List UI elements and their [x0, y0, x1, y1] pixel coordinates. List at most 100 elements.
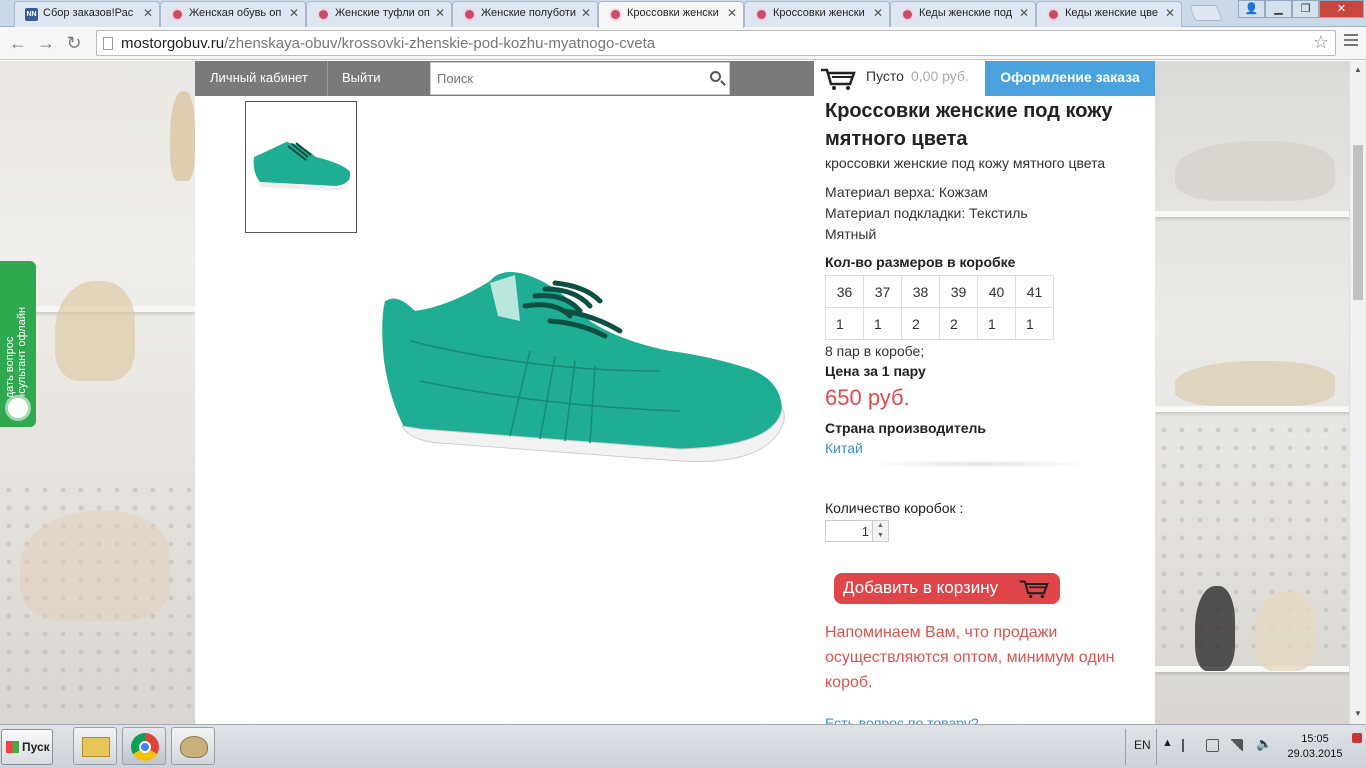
quantity-cell: 1 [825, 307, 864, 340]
scroll-up-icon[interactable]: ▲ [1354, 65, 1362, 74]
material-lining: Материал подкладки: Текстиль [825, 205, 1028, 221]
browser-tab[interactable]: Кеды женские под ✕ [890, 1, 1036, 27]
browser-tab-active[interactable]: Кроссовки женски ✕ [598, 1, 744, 28]
size-cell: 40 [977, 275, 1016, 308]
address-bar[interactable]: mostorgobuv.ru/zhenskaya-obuv/krossovki-… [96, 30, 1336, 56]
close-tab-icon[interactable]: ✕ [727, 6, 737, 20]
flower-icon [171, 8, 184, 21]
flower-icon [463, 8, 476, 21]
country-heading: Страна производитель [825, 420, 986, 436]
search-input[interactable] [431, 63, 701, 94]
shoe-decoration [170, 91, 195, 181]
close-window-button[interactable]: ✕ [1319, 0, 1364, 18]
user-icon[interactable]: 👤 [1238, 0, 1265, 18]
chrome-taskbar-button[interactable] [122, 727, 166, 765]
quantity-cell: 1 [1015, 307, 1054, 340]
decrement-icon[interactable]: ▼ [873, 531, 888, 541]
flag-icon[interactable] [1182, 739, 1195, 752]
shelf [1155, 666, 1353, 672]
reload-icon[interactable]: ↻ [64, 33, 84, 53]
chrome-icon-center [139, 741, 151, 753]
browser-tab[interactable]: Кроссовки женски ✕ [744, 1, 890, 27]
volume-icon[interactable]: 🔈 [1256, 736, 1272, 752]
quantity-cell: 1 [977, 307, 1016, 340]
account-link[interactable]: Личный кабинет [195, 61, 323, 96]
flower-icon [317, 8, 330, 21]
add-to-cart-label: Добавить в корзину [843, 578, 999, 597]
shelf [1155, 406, 1353, 412]
increment-icon[interactable]: ▲ [873, 521, 888, 531]
close-tab-icon[interactable]: ✕ [581, 6, 591, 20]
minimize-button[interactable]: ▁ [1265, 0, 1292, 18]
country-link[interactable]: Китай [825, 440, 1145, 456]
restore-button[interactable]: ❐ [1292, 0, 1319, 18]
page-viewport: Личный кабинет Выйти Пусто 0,00 руб. Офо… [0, 61, 1366, 724]
scroll-down-icon[interactable]: ▼ [1354, 709, 1362, 718]
close-tab-icon[interactable]: ✕ [1019, 6, 1029, 20]
browser-tab[interactable]: Женские полуботи ✕ [452, 1, 598, 27]
browser-tab[interactable]: NN Сбор заказов!Рас ✕ [14, 1, 160, 27]
back-icon[interactable]: ← [8, 33, 28, 53]
close-tab-icon[interactable]: ✕ [435, 6, 445, 20]
explorer-taskbar-button[interactable] [73, 727, 117, 765]
scrollbar-thumb[interactable] [1353, 145, 1363, 300]
cart-sum: 0,00 руб. [911, 68, 969, 84]
sizes-table: 36 37 38 39 40 41 1 1 2 2 1 1 [825, 275, 1054, 340]
close-tab-icon[interactable]: ✕ [143, 6, 153, 20]
boxes-input[interactable] [826, 521, 872, 541]
menu-icon[interactable] [1344, 34, 1358, 49]
new-tab-button[interactable] [1189, 5, 1223, 21]
pairs-per-box: 8 пар в коробе; [825, 343, 925, 359]
size-cell: 41 [1015, 275, 1054, 308]
forward-icon[interactable]: → [36, 33, 56, 53]
browser-toolbar: ← → ↻ mostorgobuv.ru/zhenskaya-obuv/kros… [0, 27, 1366, 60]
product-thumbnail[interactable] [245, 101, 357, 233]
flower-icon [1047, 8, 1060, 21]
search-box [430, 62, 730, 95]
product-question-link[interactable]: Есть вопрос по товару? [825, 715, 979, 724]
product-attributes: Материал верха: Кожзам Материал подкладк… [825, 182, 1145, 245]
add-to-cart-button[interactable]: Добавить в корзину [834, 573, 1060, 604]
consultant-widget[interactable]: Задать вопрос консультант офлайн [0, 261, 36, 427]
browser-tab[interactable]: Кеды женские цве ✕ [1036, 1, 1182, 27]
size-cell: 36 [825, 275, 864, 308]
mini-cart[interactable]: Пусто 0,00 руб. [814, 61, 985, 96]
device-icon[interactable] [1206, 739, 1219, 752]
folder-icon [82, 737, 110, 757]
pegboard [1155, 421, 1353, 661]
browser-tab[interactable]: Женские туфли оп ✕ [306, 1, 452, 27]
shoe-decoration [1195, 586, 1235, 671]
product-color: Мятный [825, 226, 877, 242]
clock[interactable]: 15:05 29.03.2015 [1285, 732, 1345, 762]
tab-strip: NN Сбор заказов!Рас ✕ Женская обувь оп ✕… [0, 0, 1366, 28]
close-tab-icon[interactable]: ✕ [1165, 6, 1175, 20]
show-desktop-button[interactable] [1352, 733, 1362, 743]
bookmark-star-icon[interactable]: ☆ [1313, 32, 1329, 53]
scrollbar[interactable]: ▲ ▼ [1349, 61, 1366, 724]
size-cell: 39 [939, 275, 978, 308]
product-info: Кроссовки женские под кожу мятного цвета… [825, 97, 1145, 542]
checkout-button[interactable]: Оформление заказа [985, 61, 1155, 96]
show-hidden-icons-icon[interactable]: ▲ [1162, 737, 1173, 749]
url-text[interactable]: mostorgobuv.ru/zhenskaya-obuv/krossovki-… [121, 35, 655, 52]
logout-link[interactable]: Выйти [327, 61, 396, 96]
start-button[interactable]: Пуск [1, 729, 53, 765]
search-icon[interactable] [710, 71, 721, 82]
paint-taskbar-button[interactable] [171, 727, 215, 765]
sizes-heading: Кол-во размеров в коробке [825, 254, 1016, 270]
quantity-cell: 2 [901, 307, 940, 340]
windows-logo-icon [6, 741, 19, 753]
close-tab-icon[interactable]: ✕ [289, 6, 299, 20]
language-indicator[interactable]: EN [1134, 738, 1151, 752]
close-tab-icon[interactable]: ✕ [873, 6, 883, 20]
clock-date: 29.03.2015 [1287, 748, 1343, 760]
browser-tab[interactable]: Женская обувь оп ✕ [160, 1, 306, 27]
size-cell: 37 [863, 275, 902, 308]
size-cell: 38 [901, 275, 940, 308]
shoe-decoration [1255, 591, 1315, 671]
clock-time: 15:05 [1301, 733, 1329, 745]
network-icon[interactable] [1230, 739, 1243, 752]
divider [1125, 729, 1126, 765]
shoe-decoration [1175, 361, 1335, 406]
shoe-decoration [1175, 141, 1335, 201]
